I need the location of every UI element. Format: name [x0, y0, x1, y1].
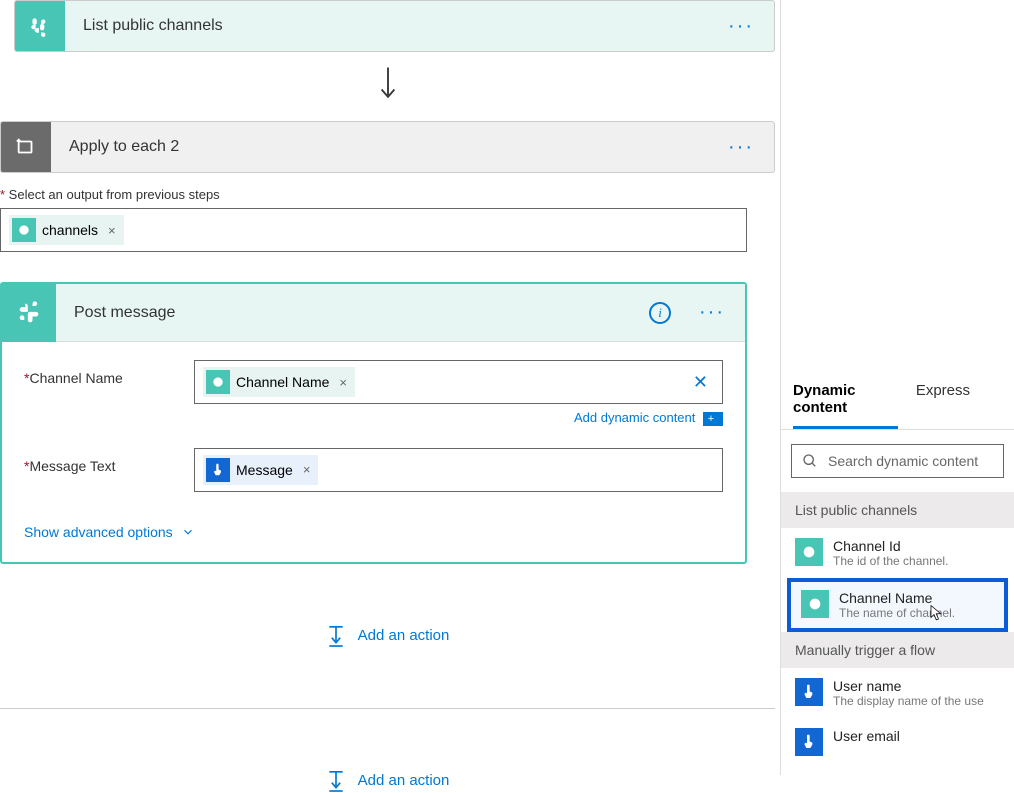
- touch-icon: [795, 728, 823, 756]
- add-action-icon: [326, 769, 346, 793]
- channel-name-input[interactable]: Channel Name × ✕: [194, 360, 723, 404]
- flow-arrow-icon: [0, 52, 775, 121]
- dc-item-channel-name[interactable]: Channel Name The name of channel.: [787, 578, 1008, 632]
- step-title: Apply to each 2: [51, 138, 708, 156]
- step-header[interactable]: Post message i ···: [2, 284, 745, 342]
- tab-dynamic-content[interactable]: Dynamic content: [793, 372, 898, 429]
- dc-item-user-email[interactable]: User email: [781, 718, 1014, 756]
- token-channel-name[interactable]: Channel Name ×: [203, 367, 355, 397]
- search-input[interactable]: Search dynamic content: [791, 444, 1004, 478]
- slack-icon: [206, 370, 230, 394]
- slack-icon: [12, 218, 36, 242]
- clear-input-icon[interactable]: ✕: [687, 372, 714, 393]
- message-text-label: *Message Text: [24, 448, 194, 474]
- touch-icon: [795, 678, 823, 706]
- add-action-outer[interactable]: Add an action: [0, 769, 775, 793]
- output-input[interactable]: channels ×: [0, 208, 747, 252]
- step-menu-icon[interactable]: ···: [708, 136, 774, 159]
- touch-icon: [206, 458, 230, 482]
- step-title: Post message: [56, 304, 649, 322]
- dc-item-user-name[interactable]: User name The display name of the use: [781, 668, 1014, 718]
- step-post-message: Post message i ··· *Channel Name Channel…: [0, 282, 747, 564]
- group-header: Manually trigger a flow: [781, 632, 1014, 668]
- tab-expression[interactable]: Express: [916, 372, 984, 429]
- token-message[interactable]: Message ×: [203, 455, 318, 485]
- step-title: List public channels: [65, 17, 708, 35]
- info-icon[interactable]: i: [649, 302, 671, 324]
- remove-token-icon[interactable]: ×: [303, 462, 311, 477]
- step-menu-icon[interactable]: ···: [708, 15, 774, 38]
- cursor-icon: [928, 604, 946, 622]
- step-apply-to-each[interactable]: Apply to each 2 ···: [0, 121, 775, 173]
- dc-item-channel-id[interactable]: Channel Id The id of the channel.: [781, 528, 1014, 578]
- step-list-public-channels[interactable]: List public channels ···: [14, 0, 775, 52]
- group-header: List public channels: [781, 492, 1014, 528]
- remove-token-icon[interactable]: ×: [108, 223, 116, 238]
- add-action-icon: [326, 624, 346, 648]
- slack-icon: [15, 1, 65, 51]
- slack-icon: [801, 590, 829, 618]
- message-text-input[interactable]: Message ×: [194, 448, 723, 492]
- channel-name-label: *Channel Name: [24, 360, 194, 386]
- right-panel: Dynamic content Express Search dynamic c…: [780, 0, 1014, 775]
- add-dynamic-content-link[interactable]: Add dynamic content +: [194, 410, 723, 426]
- slack-icon: [795, 538, 823, 566]
- dynamic-content-panel: Dynamic content Express Search dynamic c…: [781, 372, 1014, 756]
- remove-token-icon[interactable]: ×: [339, 375, 347, 390]
- step-menu-icon[interactable]: ···: [679, 301, 745, 324]
- output-label: * Select an output from previous steps: [0, 187, 775, 202]
- plus-icon: +: [703, 412, 719, 426]
- search-icon: [802, 453, 818, 469]
- show-advanced-options[interactable]: Show advanced options: [24, 524, 195, 540]
- add-action-inner[interactable]: Add an action: [0, 624, 775, 648]
- slack-icon: [2, 284, 56, 342]
- token-channels[interactable]: channels ×: [9, 215, 124, 245]
- loop-icon: [1, 122, 51, 172]
